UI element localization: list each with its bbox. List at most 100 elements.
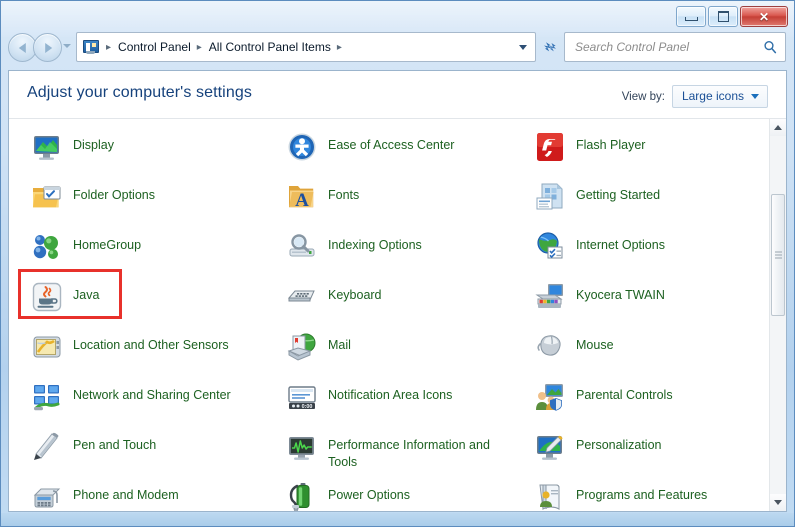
vertical-scrollbar[interactable]: [769, 119, 786, 511]
homegroup-icon: [31, 231, 63, 263]
cp-item-getting-started[interactable]: Getting Started: [512, 177, 769, 227]
cp-item-phone-and-modem[interactable]: Phone and Modem: [9, 477, 264, 511]
arrow-right-icon: [45, 43, 52, 53]
personalization-icon: [534, 431, 566, 463]
address-history-chevron-down-icon[interactable]: [519, 45, 527, 50]
cp-item-label: Phone and Modem: [73, 481, 179, 504]
chevron-down-icon: [751, 94, 759, 99]
cp-item-power-options[interactable]: Power Options: [264, 477, 512, 511]
view-by-dropdown[interactable]: Large icons: [672, 85, 768, 108]
search-input[interactable]: [573, 39, 763, 55]
pen-and-touch-icon: [31, 431, 63, 463]
cp-item-folder-options[interactable]: Folder Options: [9, 177, 264, 227]
scrollbar-grip-icon: [775, 252, 782, 259]
cp-item-label: Performance Information and Tools: [328, 431, 508, 471]
cp-item-homegroup[interactable]: HomeGroup: [9, 227, 264, 277]
cp-item-label: Network and Sharing Center: [73, 381, 231, 404]
cp-item-fonts[interactable]: A Fonts: [264, 177, 512, 227]
svg-text:0:00: 0:00: [302, 404, 313, 410]
fonts-icon: A: [286, 181, 318, 213]
recent-pages-button[interactable]: [63, 44, 71, 48]
cp-item-label: Internet Options: [576, 231, 665, 254]
cp-item-notification-area-icons[interactable]: 0:00 Notification Area Icons: [264, 377, 512, 427]
address-bar[interactable]: ▸ Control Panel ▸ All Control Panel Item…: [76, 32, 536, 62]
cp-item-label: Indexing Options: [328, 231, 422, 254]
breadcrumb-separator: ▸: [333, 42, 347, 53]
cp-item-network-and-sharing-center[interactable]: Network and Sharing Center: [9, 377, 264, 427]
page-title: Adjust your computer's settings: [27, 84, 252, 102]
view-by-control: View by: Large icons: [622, 85, 768, 108]
cp-item-label: Mail: [328, 331, 351, 354]
cp-item-label: Pen and Touch: [73, 431, 156, 454]
breadcrumb-all-control-panel-items[interactable]: All Control Panel Items: [207, 40, 333, 54]
power-options-icon: [286, 481, 318, 511]
scroll-down-icon: [774, 500, 782, 505]
title-bar: ✕: [1, 1, 794, 29]
indexing-options-icon: [286, 231, 318, 263]
control-panel-window: ✕ ▸ Control Panel ▸ All Control Panel It…: [0, 0, 795, 527]
scroll-down-button[interactable]: [770, 494, 786, 511]
cp-item-performance-information-and-tools[interactable]: Performance Information and Tools: [264, 427, 512, 477]
mail-icon: [286, 331, 318, 363]
cp-item-pen-and-touch[interactable]: Pen and Touch: [9, 427, 264, 477]
cp-item-personalization[interactable]: Personalization: [512, 427, 769, 477]
cp-item-java[interactable]: Java: [9, 277, 264, 327]
cp-item-label: Location and Other Sensors: [73, 331, 229, 354]
cp-item-flash-player[interactable]: Flash Player: [512, 127, 769, 177]
performance-info-icon: [286, 431, 318, 463]
cp-item-mouse[interactable]: Mouse: [512, 327, 769, 377]
breadcrumb-separator: ▸: [102, 42, 116, 53]
cp-item-label: Power Options: [328, 481, 410, 504]
cp-item-label: Display: [73, 131, 114, 154]
search-icon: [763, 40, 777, 54]
maximize-icon: [718, 11, 729, 22]
cp-item-display[interactable]: Display: [9, 127, 264, 177]
scroll-up-button[interactable]: [770, 119, 786, 136]
cp-item-internet-options[interactable]: Internet Options: [512, 227, 769, 277]
refresh-icon: [542, 39, 559, 56]
address-bar-row: ▸ Control Panel ▸ All Control Panel Item…: [1, 31, 794, 65]
search-box[interactable]: [564, 32, 786, 62]
content-header: Adjust your computer's settings View by:…: [9, 71, 786, 119]
svg-text:A: A: [295, 190, 309, 211]
cp-item-mail[interactable]: Mail: [264, 327, 512, 377]
cp-item-label: Kyocera TWAIN: [576, 281, 665, 304]
getting-started-icon: [534, 181, 566, 213]
close-button[interactable]: ✕: [740, 6, 788, 27]
cp-item-programs-and-features[interactable]: Programs and Features: [512, 477, 769, 511]
cp-item-label: HomeGroup: [73, 231, 141, 254]
minimize-button[interactable]: [676, 6, 706, 27]
cp-item-ease-of-access-center[interactable]: Ease of Access Center: [264, 127, 512, 177]
caption-button-group: ✕: [676, 6, 788, 27]
flash-player-icon: [534, 131, 566, 163]
control-panel-icon: [82, 39, 100, 55]
cp-item-kyocera-twain[interactable]: Kyocera TWAIN: [512, 277, 769, 327]
minimize-icon: [685, 17, 698, 21]
programs-features-icon: [534, 481, 566, 511]
scroll-up-icon: [774, 125, 782, 130]
items-viewport: Display Ease of Access Center: [9, 119, 769, 511]
refresh-button[interactable]: [538, 32, 562, 62]
forward-button[interactable]: [33, 33, 62, 62]
network-sharing-icon: [31, 381, 63, 413]
mouse-icon: [534, 331, 566, 363]
display-icon: [31, 131, 63, 163]
view-by-label: View by:: [622, 91, 665, 103]
arrow-left-icon: [18, 43, 25, 53]
kyocera-twain-icon: [534, 281, 566, 313]
cp-item-label: Ease of Access Center: [328, 131, 454, 154]
cp-item-keyboard[interactable]: Keyboard: [264, 277, 512, 327]
scrollbar-thumb[interactable]: [771, 194, 785, 316]
cp-item-parental-controls[interactable]: Parental Controls: [512, 377, 769, 427]
cp-item-indexing-options[interactable]: Indexing Options: [264, 227, 512, 277]
internet-options-icon: [534, 231, 566, 263]
breadcrumb-control-panel[interactable]: Control Panel: [116, 40, 193, 54]
ease-of-access-icon: [286, 131, 318, 163]
maximize-button[interactable]: [708, 6, 738, 27]
cp-item-label: Java: [73, 281, 99, 304]
cp-item-label: Parental Controls: [576, 381, 673, 404]
cp-item-label: Getting Started: [576, 181, 660, 204]
cp-item-location-and-other-sensors[interactable]: Location and Other Sensors: [9, 327, 264, 377]
breadcrumb-separator: ▸: [193, 42, 207, 53]
close-icon: ✕: [759, 11, 769, 23]
